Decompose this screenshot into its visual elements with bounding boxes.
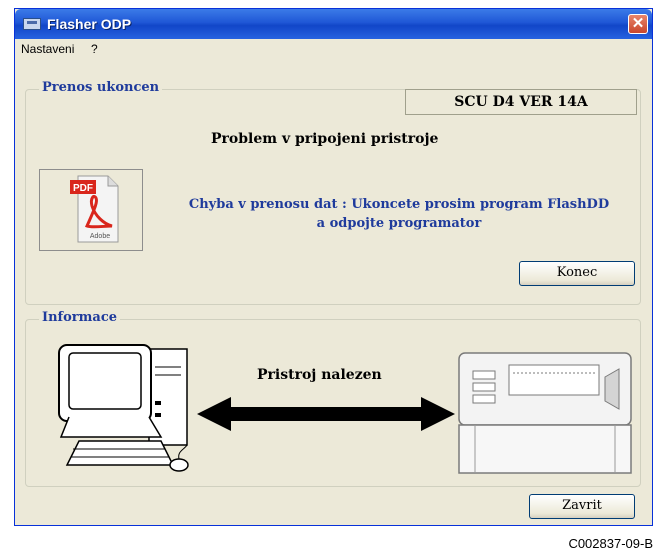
- app-icon: [23, 18, 41, 30]
- title-bar[interactable]: Flasher ODP ✕: [15, 9, 652, 39]
- figure-caption: C002837-09-B: [568, 536, 653, 551]
- close-window-button[interactable]: ✕: [628, 14, 648, 34]
- error-line-2: a odpojte programator: [316, 216, 482, 231]
- connection-arrow-icon: [197, 397, 455, 431]
- transfer-group-title: Prenos ukoncen: [39, 80, 163, 95]
- pdf-badge-text: PDF: [73, 183, 93, 194]
- computer-icon: [58, 344, 189, 472]
- error-line-1: Chyba v prenosu dat : Ukoncete prosim pr…: [188, 197, 610, 212]
- menu-bar: Nastaveni ?: [15, 39, 652, 59]
- pdf-brand-text: Adobe: [90, 233, 110, 240]
- menu-item-help[interactable]: ?: [91, 42, 98, 56]
- pdf-icon-frame[interactable]: PDF Adobe: [39, 169, 143, 251]
- problem-message: Problem v pripojeni pristroje: [211, 131, 439, 147]
- window-title: Flasher ODP: [47, 16, 132, 32]
- device-icon: [458, 352, 632, 474]
- flasher-window: Flasher ODP ✕ Nastaveni ? Prenos ukoncen…: [14, 8, 653, 526]
- zavrit-button[interactable]: Zavrit: [529, 494, 635, 519]
- version-box: SCU D4 VER 14A: [405, 89, 637, 115]
- menu-item-nastaveni[interactable]: Nastaveni: [21, 42, 74, 56]
- info-group-title: Informace: [39, 310, 121, 325]
- device-status: Pristroj nalezen: [257, 367, 382, 383]
- error-message: Chyba v prenosu dat : Ukoncete prosim pr…: [151, 195, 647, 233]
- pdf-icon: PDF Adobe: [70, 175, 119, 243]
- konec-button[interactable]: Konec: [519, 261, 635, 286]
